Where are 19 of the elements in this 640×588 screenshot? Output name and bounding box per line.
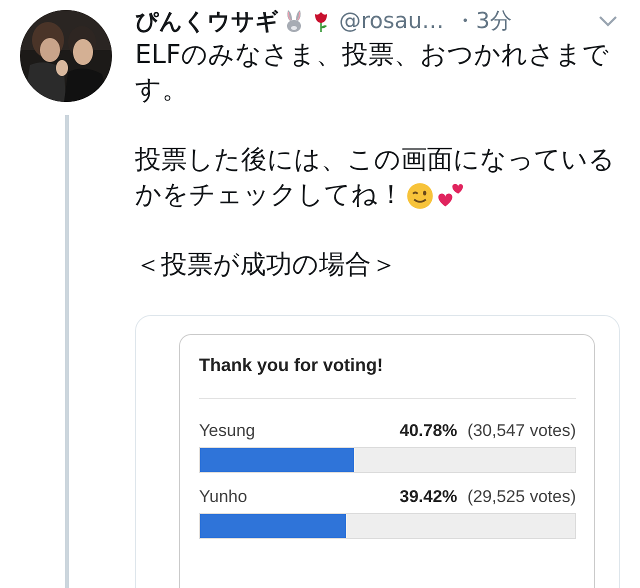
chevron-down-icon[interactable]	[598, 15, 618, 27]
tweet-text-line: ＜投票が成功の場合＞	[135, 249, 397, 282]
poll-title: Thank you for voting!	[199, 355, 384, 376]
winking-smiley-icon	[406, 182, 434, 210]
vote-count: (30,547 votes)	[467, 421, 576, 441]
vote-percent: 40.78%	[400, 421, 458, 441]
display-name[interactable]: ぴんくウサギ	[135, 6, 279, 36]
timestamp: ・3分	[454, 8, 512, 36]
tweet-text-line: す。	[135, 74, 188, 107]
vote-percent: 39.42%	[400, 487, 458, 507]
option-name: Yunho	[199, 487, 248, 507]
hearts-icon	[436, 182, 464, 210]
vote-count: (29,525 votes)	[467, 487, 576, 507]
tweet-text-line: かをチェックしてね！	[135, 179, 404, 212]
image-card[interactable]: Thank you for voting! Yesung 40.78% (30,547 votes) Yunho 39.42% (29,525 votes)	[135, 315, 620, 588]
tweet-text-line: 投票した後には、この画面になっている	[135, 144, 615, 177]
option-name: Yesung	[199, 421, 256, 441]
user-handle[interactable]: @rosau…	[339, 8, 444, 34]
tweet-text-line: ELFのみなさま、投票、おつかれさまで	[135, 39, 609, 72]
